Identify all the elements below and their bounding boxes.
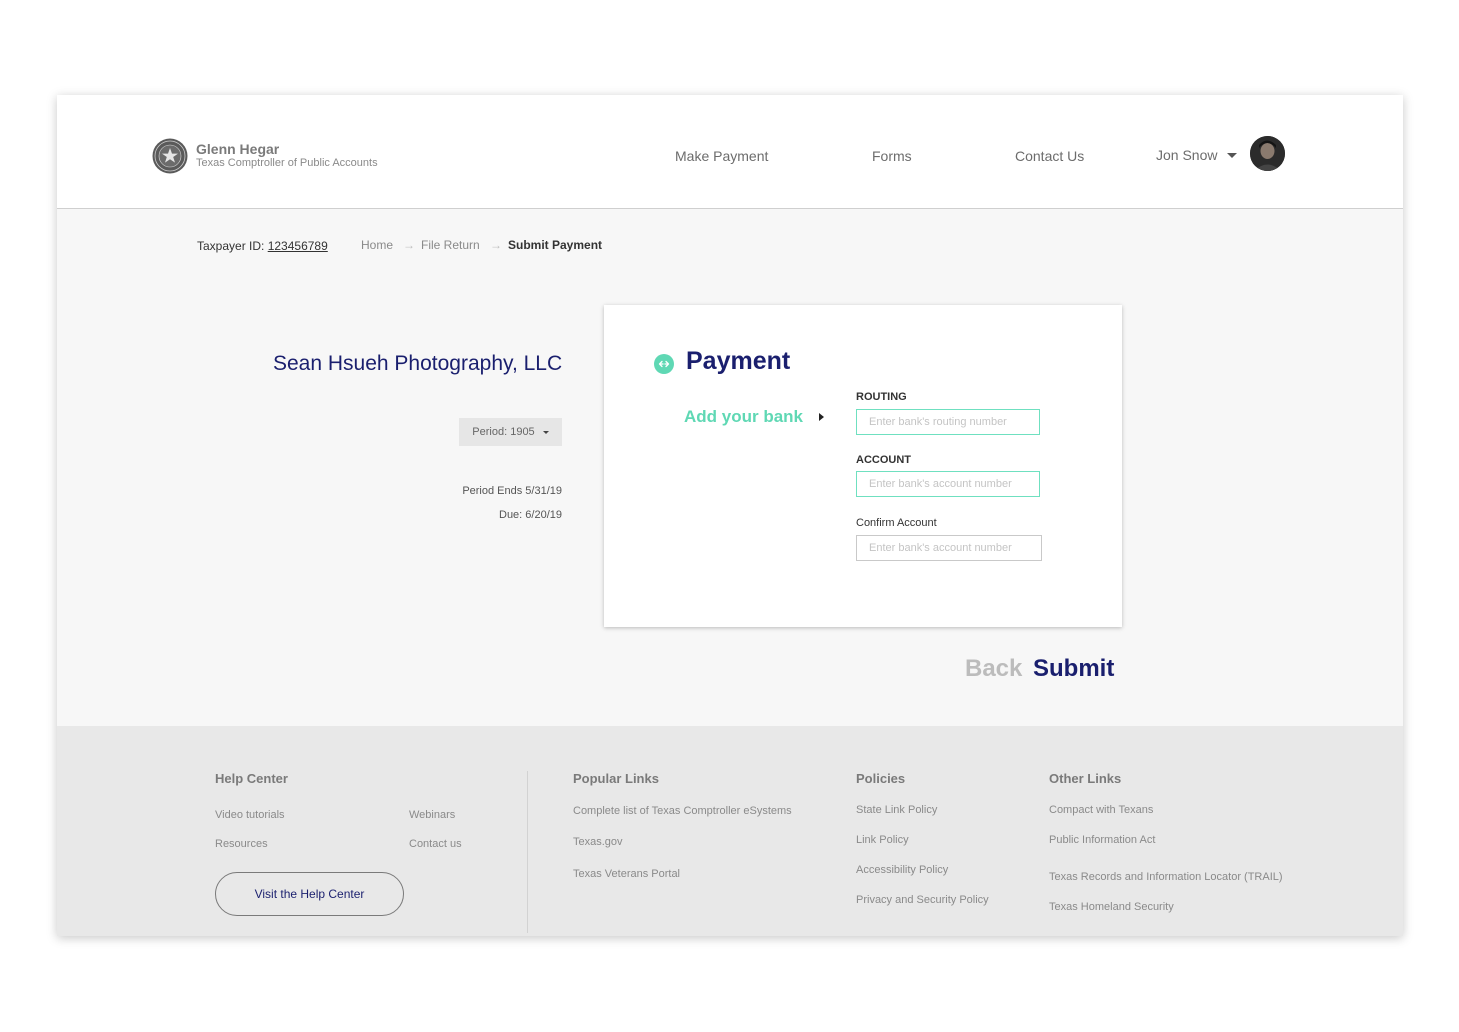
account-input[interactable] [856,471,1040,497]
routing-input[interactable] [856,409,1040,435]
breadcrumb-file-return[interactable]: File Return [421,238,480,252]
chevron-down-icon [542,430,549,434]
footer-help-center-heading: Help Center [215,771,288,786]
footer-link-public-information-act[interactable]: Public Information Act [1049,834,1155,846]
site-header: Glenn Hegar Texas Comptroller of Public … [57,95,1403,209]
footer-link-state-link-policy[interactable]: State Link Policy [856,804,937,816]
confirm-account-label: Confirm Account [856,517,937,529]
nav-contact-us[interactable]: Contact Us [1015,148,1084,164]
chevron-down-icon[interactable] [1227,153,1237,158]
footer-link-compact-with-texans[interactable]: Compact with Texans [1049,804,1153,816]
footer-link-link-policy[interactable]: Link Policy [856,834,909,846]
add-bank-link[interactable]: Add your bank [684,407,803,427]
org-name: Glenn Hegar [196,141,280,157]
account-label: ACCOUNT [856,454,911,466]
site-footer: Help Center Video tutorials Webinars Res… [57,726,1403,936]
footer-other-links-heading: Other Links [1049,771,1122,786]
footer-link-webinars[interactable]: Webinars [409,809,455,821]
payment-card: Payment Add your bank ROUTING ACCOUNT Co… [604,305,1122,627]
avatar[interactable] [1250,136,1285,171]
footer-link-contact-us[interactable]: Contact us [409,838,462,850]
taxpayer-id-row: Taxpayer ID: 123456789 [197,239,328,253]
payment-title: Payment [686,347,791,375]
footer-link-veterans-portal[interactable]: Texas Veterans Portal [573,868,680,880]
transfer-icon [654,354,674,374]
user-menu-name[interactable]: Jon Snow [1156,147,1217,163]
org-subtitle: Texas Comptroller of Public Accounts [196,157,378,169]
back-button[interactable]: Back [965,655,1022,683]
footer-link-video-tutorials[interactable]: Video tutorials [215,809,285,821]
state-seal-icon[interactable] [152,138,188,174]
footer-link-resources[interactable]: Resources [215,838,268,850]
footer-link-homeland-security[interactable]: Texas Homeland Security [1049,901,1174,913]
footer-popular-links-heading: Popular Links [573,771,659,786]
arrow-right-icon: → [403,238,415,252]
footer-divider [527,771,528,933]
nav-forms[interactable]: Forms [872,148,912,164]
submit-button[interactable]: Submit [1033,655,1114,683]
footer-policies-heading: Policies [856,771,906,786]
due-date: Due: 6/20/19 [499,509,562,521]
arrow-right-icon: → [490,238,502,252]
taxpayer-id-label: Taxpayer ID: [197,239,265,253]
breadcrumb-current: Submit Payment [508,238,603,252]
footer-link-trail[interactable]: Texas Records and Information Locator (T… [1049,871,1283,883]
footer-link-esystems[interactable]: Complete list of Texas Comptroller eSyst… [573,805,792,817]
period-ends: Period Ends 5/31/19 [462,485,562,497]
app-frame: Glenn Hegar Texas Comptroller of Public … [57,95,1403,936]
user-avatar-icon [1250,136,1285,171]
caret-right-icon[interactable] [819,413,824,421]
footer-link-texas-gov[interactable]: Texas.gov [573,836,623,848]
routing-label: ROUTING [856,391,907,403]
taxpayer-id-link[interactable]: 123456789 [268,239,328,253]
period-select-value: Period: 1905 [472,426,535,438]
nav-make-payment[interactable]: Make Payment [675,148,768,164]
footer-link-accessibility-policy[interactable]: Accessibility Policy [856,864,948,876]
visit-help-center-button[interactable]: Visit the Help Center [215,872,404,916]
company-name: Sean Hsueh Photography, LLC [273,352,563,375]
footer-link-privacy-security-policy[interactable]: Privacy and Security Policy [856,894,989,906]
breadcrumb-home[interactable]: Home [361,238,393,252]
confirm-account-input[interactable] [856,535,1042,561]
period-select[interactable]: Period: 1905 [459,418,562,446]
